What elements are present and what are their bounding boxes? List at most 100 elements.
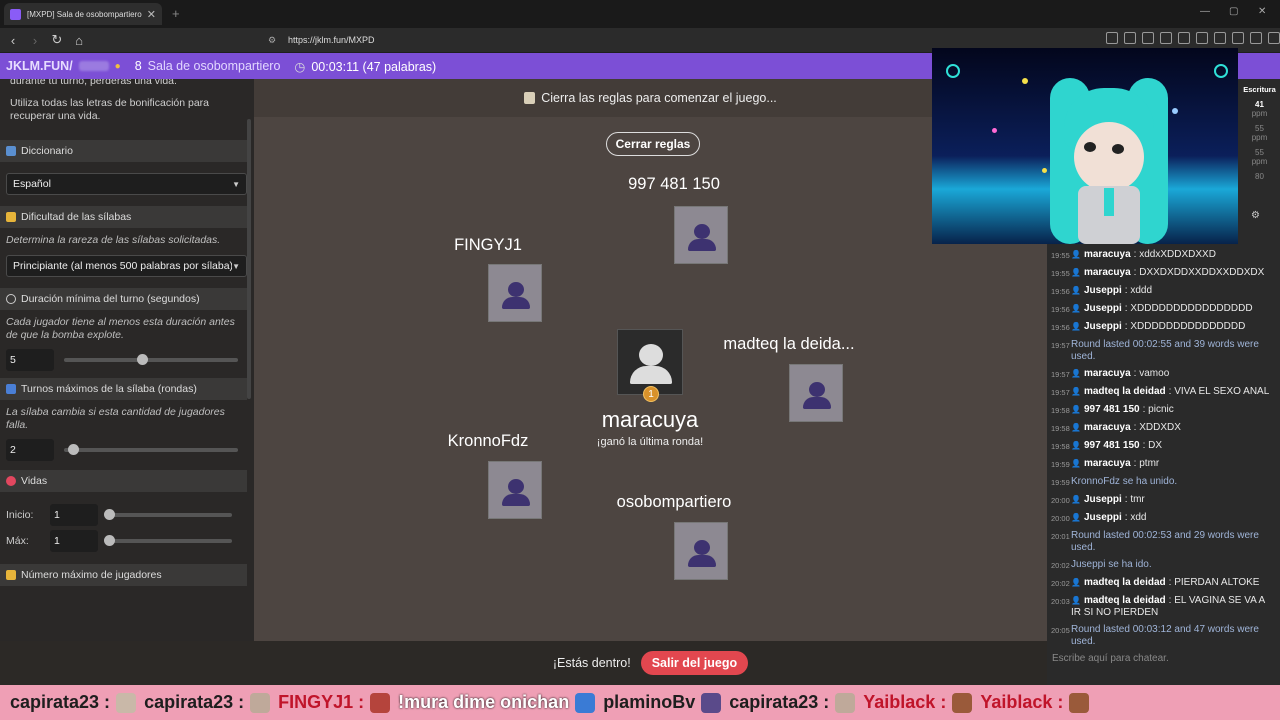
- extension-icon[interactable]: [1106, 32, 1118, 44]
- chat-username[interactable]: Juseppi: [1084, 321, 1122, 332]
- slider-knob[interactable]: [104, 535, 115, 546]
- site-info-icon[interactable]: ⚙: [268, 35, 280, 46]
- chat-time: 20:02: [1051, 561, 1070, 570]
- new-tab-icon[interactable]: +: [172, 6, 180, 21]
- extension-icon[interactable]: [1250, 32, 1262, 44]
- leave-game-button[interactable]: Salir del juego: [640, 651, 749, 675]
- address-bar[interactable]: ⚙ https://jklm.fun/MXPD: [268, 31, 988, 49]
- lives-start-input[interactable]: 1: [50, 504, 98, 526]
- max-turns-slider[interactable]: [64, 444, 238, 455]
- chat-text: Juseppi se ha ido.: [1071, 559, 1152, 570]
- player-name: FINGYJ1: [454, 236, 522, 254]
- user-icon: 👤: [1071, 268, 1081, 277]
- close-window-icon[interactable]: ✕: [1258, 6, 1266, 17]
- min-turn-desc: Cada jugador tiene al menos esta duració…: [6, 316, 235, 341]
- difficulty-select[interactable]: Principiante (al menos 500 palabras por …: [6, 255, 247, 277]
- chevron-down-icon: ▼: [232, 261, 240, 271]
- chat-username[interactable]: maracuya: [1084, 267, 1131, 278]
- extension-icon[interactable]: [1142, 32, 1154, 44]
- extension-icon[interactable]: [1214, 32, 1226, 44]
- chat-username[interactable]: Juseppi: [1084, 494, 1122, 505]
- chat-body: 👤 997 481 150: DX: [1071, 440, 1162, 453]
- chat-username[interactable]: maracuya: [1084, 249, 1131, 260]
- slider-knob[interactable]: [104, 509, 115, 520]
- character-face: [1074, 122, 1144, 192]
- toolbar-extensions: [1106, 32, 1280, 44]
- player-avatar: [789, 364, 843, 422]
- max-turns-label: Turnos máximos de la sílaba (rondas): [21, 383, 197, 395]
- extension-icon[interactable]: [1268, 32, 1280, 44]
- settings-gear-icon[interactable]: ⚙: [1251, 210, 1260, 221]
- ticker-text: Yaiblack :: [863, 692, 947, 712]
- chat-body: 👤 madteq la deidad: VIVA EL SEXO ANAL: [1071, 386, 1269, 399]
- chat-time: 19:56: [1051, 305, 1070, 314]
- chat-text: DXXDXDDXXDDXXDDXDX: [1139, 267, 1265, 278]
- site-brand[interactable]: JKLM.FUN/: [6, 59, 73, 73]
- chat-body: 👤 Juseppi: XDDDDDDDDDDDDDDD: [1071, 321, 1245, 334]
- browser-tab[interactable]: [MXPD] Sala de osobompartiero ✕: [4, 3, 162, 25]
- slider-knob[interactable]: [137, 354, 149, 365]
- extension-icon[interactable]: [1196, 32, 1208, 44]
- home-icon[interactable]: ⌂: [70, 31, 88, 49]
- chat-username[interactable]: 997 481 150: [1084, 440, 1140, 451]
- chat-body: Juseppi se ha ido.: [1071, 559, 1152, 572]
- chat-time: 19:55: [1051, 251, 1070, 260]
- chat-username[interactable]: Juseppi: [1084, 303, 1122, 314]
- lives-max-input[interactable]: 1: [50, 530, 98, 552]
- min-turn-input[interactable]: 5: [6, 349, 54, 371]
- lives-start-slider[interactable]: [104, 509, 232, 520]
- user-icon: 👤: [1071, 369, 1081, 378]
- extension-icon[interactable]: [1232, 32, 1244, 44]
- extension-icon[interactable]: [1124, 32, 1136, 44]
- min-turn-slider[interactable]: [64, 354, 238, 365]
- chevron-down-icon: ▼: [232, 179, 240, 189]
- chat-body: Round lasted 00:03:12 and 47 words were …: [1071, 624, 1276, 648]
- chat-username[interactable]: madteq la deidad: [1084, 386, 1166, 397]
- forward-icon[interactable]: ›: [26, 31, 44, 49]
- avatar-body: [688, 555, 716, 567]
- chat-message: 19:57 👤 maracuya: vamoo: [1047, 368, 1280, 381]
- chat-username[interactable]: 997 481 150: [1084, 404, 1140, 415]
- chat-username[interactable]: madteq la deidad: [1084, 595, 1166, 606]
- back-icon[interactable]: ‹: [4, 31, 22, 49]
- chat-time: 20:00: [1051, 514, 1070, 523]
- avatar-body: [502, 297, 530, 309]
- settings-panel: durante tu turno, perderás una vida. Uti…: [0, 79, 254, 641]
- chat-input[interactable]: Escribe aquí para chatear.: [1047, 653, 1280, 673]
- maximize-icon[interactable]: ▢: [1229, 6, 1238, 17]
- min-turn-row: 5: [0, 348, 254, 372]
- join-bar: ¡Estás dentro! Salir del juego: [254, 641, 1047, 685]
- stage-light: [1042, 168, 1047, 173]
- chat-message: 19:57 👤 madteq la deidad: VIVA EL SEXO ANA…: [1047, 386, 1280, 399]
- close-tab-icon[interactable]: ✕: [147, 8, 156, 21]
- reload-icon[interactable]: ↻: [48, 31, 66, 49]
- dictionary-section: Diccionario: [0, 140, 247, 162]
- difficulty-section: Dificultad de las sílabas: [0, 206, 247, 228]
- lives-max-slider[interactable]: [104, 535, 232, 546]
- chat-time: 19:56: [1051, 323, 1070, 332]
- wpm-unit: ppm: [1251, 133, 1268, 142]
- chat-username[interactable]: maracuya: [1084, 368, 1131, 379]
- dictionary-select[interactable]: Español ▼: [6, 173, 247, 195]
- heart-icon: [6, 476, 16, 486]
- chat-username[interactable]: Juseppi: [1084, 285, 1122, 296]
- chat-username[interactable]: maracuya: [1084, 422, 1131, 433]
- slider-knob[interactable]: [67, 444, 79, 455]
- minimize-icon[interactable]: —: [1200, 6, 1210, 17]
- user-icon: 👤: [1071, 596, 1081, 605]
- book-icon: [6, 146, 16, 156]
- chat-body: 👤 maracuya: vamoo: [1071, 368, 1169, 381]
- chat-username[interactable]: maracuya: [1084, 458, 1131, 469]
- max-turns-input[interactable]: 2: [6, 439, 54, 461]
- url-text: https://jklm.fun/MXPD: [288, 35, 375, 45]
- stage-light: [1172, 108, 1178, 114]
- extension-icon[interactable]: [1178, 32, 1190, 44]
- close-rules-button[interactable]: Cerrar reglas: [606, 132, 700, 156]
- panel-scrollbar[interactable]: [247, 119, 251, 399]
- chat-username[interactable]: madteq la deidad: [1084, 577, 1166, 588]
- chat-time: 20:01: [1051, 532, 1070, 541]
- chat-username[interactable]: Juseppi: [1084, 512, 1122, 523]
- ticker-text: Yaiblack :: [980, 692, 1064, 712]
- rules-notice: Cierra las reglas para comenzar el juego…: [254, 79, 1047, 117]
- extension-icon[interactable]: [1160, 32, 1172, 44]
